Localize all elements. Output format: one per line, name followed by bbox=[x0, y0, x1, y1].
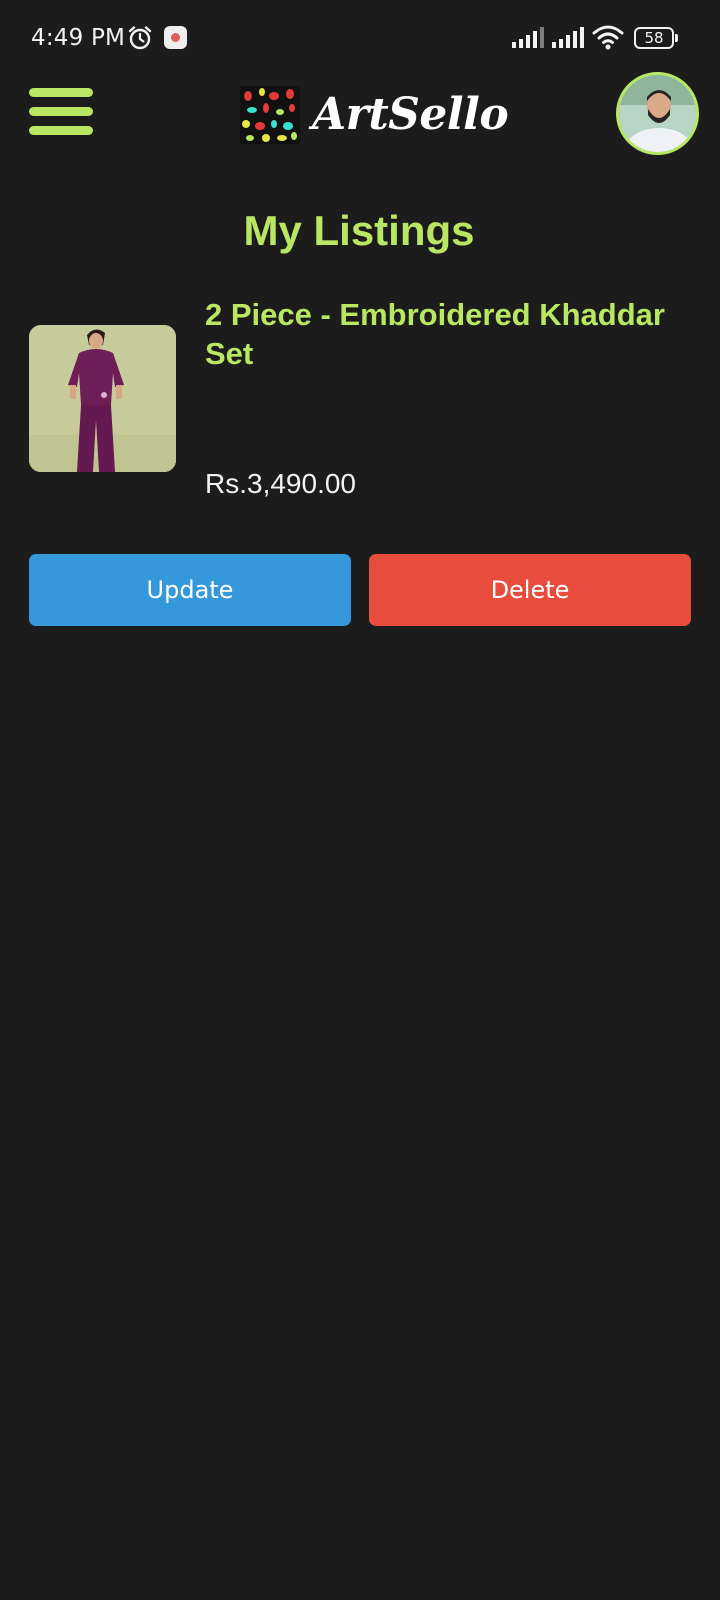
signal-icon bbox=[552, 27, 584, 48]
battery-level: 58 bbox=[634, 27, 674, 49]
listing-card: 2 Piece - Embroidered Khaddar Set Rs.3,4… bbox=[0, 290, 720, 630]
product-photo bbox=[29, 325, 176, 472]
hamburger-menu-icon[interactable] bbox=[29, 88, 93, 138]
product-image[interactable] bbox=[29, 325, 176, 472]
user-avatar[interactable] bbox=[616, 72, 699, 155]
battery-icon: 58 bbox=[634, 27, 678, 49]
wifi-icon bbox=[592, 25, 624, 50]
status-time: 4:49 PM bbox=[31, 25, 126, 51]
page-title: My Listings bbox=[243, 207, 475, 254]
app-name: ArtSello bbox=[312, 89, 509, 140]
notification-icon bbox=[164, 26, 187, 49]
delete-button[interactable]: Delete bbox=[369, 554, 691, 626]
status-bar: 4:49 PM 58 bbox=[0, 0, 720, 72]
product-name[interactable]: 2 Piece - Embroidered Khaddar Set bbox=[205, 295, 695, 373]
logo-mark-icon bbox=[240, 86, 300, 144]
app-logo: ArtSello bbox=[240, 86, 520, 144]
product-price: Rs.3,490.00 bbox=[205, 468, 356, 499]
signal-icon bbox=[512, 27, 544, 48]
avatar-photo bbox=[619, 75, 696, 152]
alarm-icon bbox=[128, 26, 152, 50]
app-screen: 4:49 PM 58 ArtSello My Listings 2 Piece … bbox=[0, 0, 720, 1600]
update-button[interactable]: Update bbox=[29, 554, 351, 626]
